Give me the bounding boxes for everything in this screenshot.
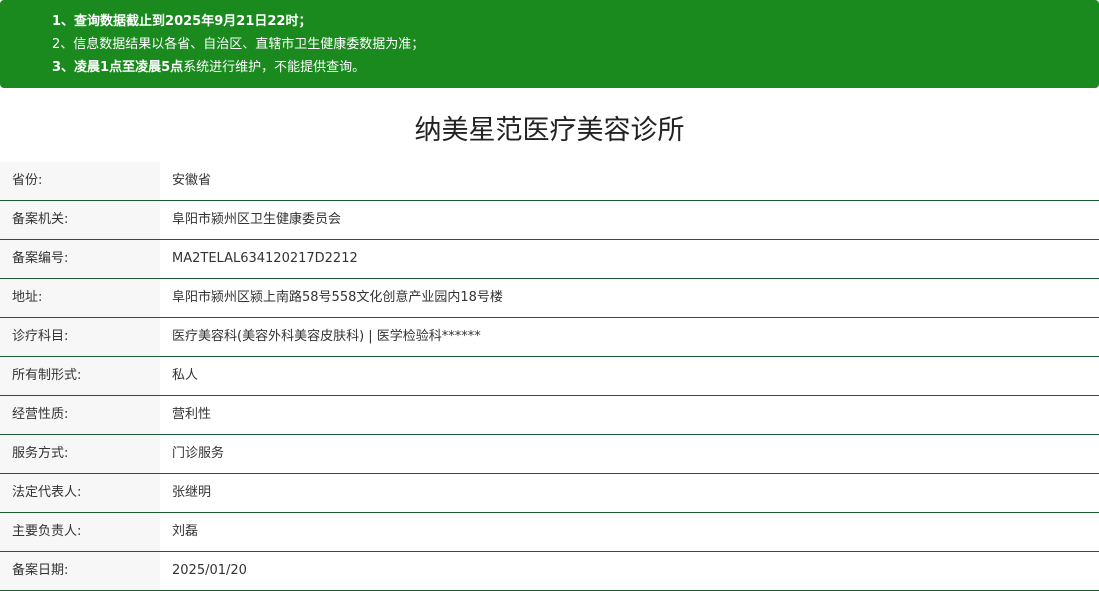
field-label: 地址: [0,279,160,317]
notice-line-3: 3、凌晨1点至凌晨5点系统进行维护，不能提供查询。 [52,56,1099,79]
field-label: 法定代表人: [0,474,160,512]
field-label: 服务方式: [0,435,160,473]
table-row: 所有制形式: 私人 [0,357,1099,396]
field-value: 阜阳市颍州区卫生健康委员会 [172,212,342,227]
field-label: 经营性质: [0,396,160,434]
notice-banner: 1、查询数据截止到2025年9月21日22时； 2、信息数据结果以各省、自治区、… [0,0,1099,88]
table-row: 地址: 阜阳市颍州区颍上南路58号558文化创意产业园内18号楼 [0,279,1099,318]
field-value: MA2TELAL634120217D2212 [172,251,358,266]
table-row: 经营性质: 营利性 [0,396,1099,435]
table-row: 法定代表人: 张继明 [0,474,1099,513]
notice-line-2: 2、信息数据结果以各省、自治区、直辖市卫生健康委数据为准； [52,33,1099,56]
field-value: 刘磊 [172,524,199,539]
field-label: 备案日期: [0,552,160,590]
table-row: 省份: 安徽省 [0,162,1099,201]
field-label: 备案机关: [0,201,160,239]
table-row: 诊疗科目: 医疗美容科(美容外科美容皮肤科) | 医学检验科****** [0,318,1099,357]
field-value: 门诊服务 [172,446,225,461]
field-value: 私人 [172,368,199,383]
table-row: 主要负责人: 刘磊 [0,513,1099,552]
field-value: 营利性 [172,407,212,422]
field-value: 医疗美容科(美容外科美容皮肤科) | 医学检验科****** [172,329,481,344]
field-label: 省份: [0,162,160,200]
table-row: 备案日期: 2025/01/20 [0,552,1099,591]
field-label: 备案编号: [0,240,160,278]
field-value: 安徽省 [172,173,212,188]
notice-line-3-rest: 系统进行维护，不能提供查询。 [183,60,366,75]
notice-line-2-text: 2、信息数据结果以各省、自治区、直辖市卫生健康委数据为准； [52,37,425,52]
page-title: 纳美星范医疗美容诊所 [414,115,685,146]
table-row: 备案编号: MA2TELAL634120217D2212 [0,240,1099,279]
info-table: 省份: 安徽省 备案机关: 阜阳市颍州区卫生健康委员会 备案编号: MA2TEL… [0,162,1099,591]
field-value: 张继明 [172,485,212,500]
field-value: 阜阳市颍州区颍上南路58号558文化创意产业园内18号楼 [172,290,503,305]
table-row: 服务方式: 门诊服务 [0,435,1099,474]
field-label: 诊疗科目: [0,318,160,356]
table-row: 备案机关: 阜阳市颍州区卫生健康委员会 [0,201,1099,240]
field-label: 主要负责人: [0,513,160,551]
field-value: 2025/01/20 [172,563,247,578]
notice-line-3-bold: 3、凌晨1点至凌晨5点 [52,60,184,75]
field-label: 所有制形式: [0,357,160,395]
notice-line-1: 1、查询数据截止到2025年9月21日22时； [52,14,312,29]
